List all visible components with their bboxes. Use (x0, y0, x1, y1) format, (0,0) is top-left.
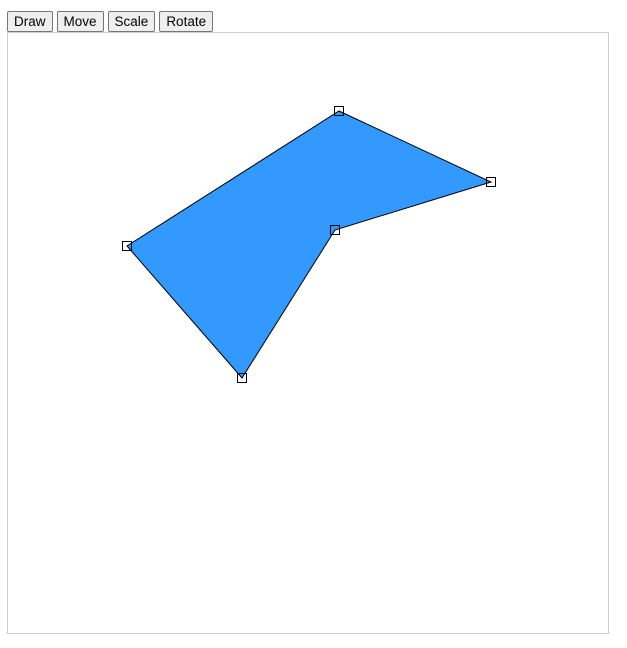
polygon-shape[interactable] (126, 110, 493, 379)
scale-button[interactable]: Scale (107, 11, 156, 32)
rotate-button[interactable]: Rotate (159, 11, 214, 32)
vertex-handle-3[interactable] (330, 225, 340, 235)
vertex-handle-4[interactable] (237, 373, 247, 383)
drawing-canvas[interactable] (7, 32, 609, 634)
vertex-handle-5[interactable] (122, 241, 132, 251)
canvas-svg[interactable] (8, 33, 608, 633)
vertex-handle-2[interactable] (486, 177, 496, 187)
draw-button[interactable]: Draw (7, 11, 53, 32)
vertex-handle-1[interactable] (334, 106, 344, 116)
move-button[interactable]: Move (56, 11, 104, 32)
toolbar: Draw Move Scale Rotate (7, 11, 214, 32)
